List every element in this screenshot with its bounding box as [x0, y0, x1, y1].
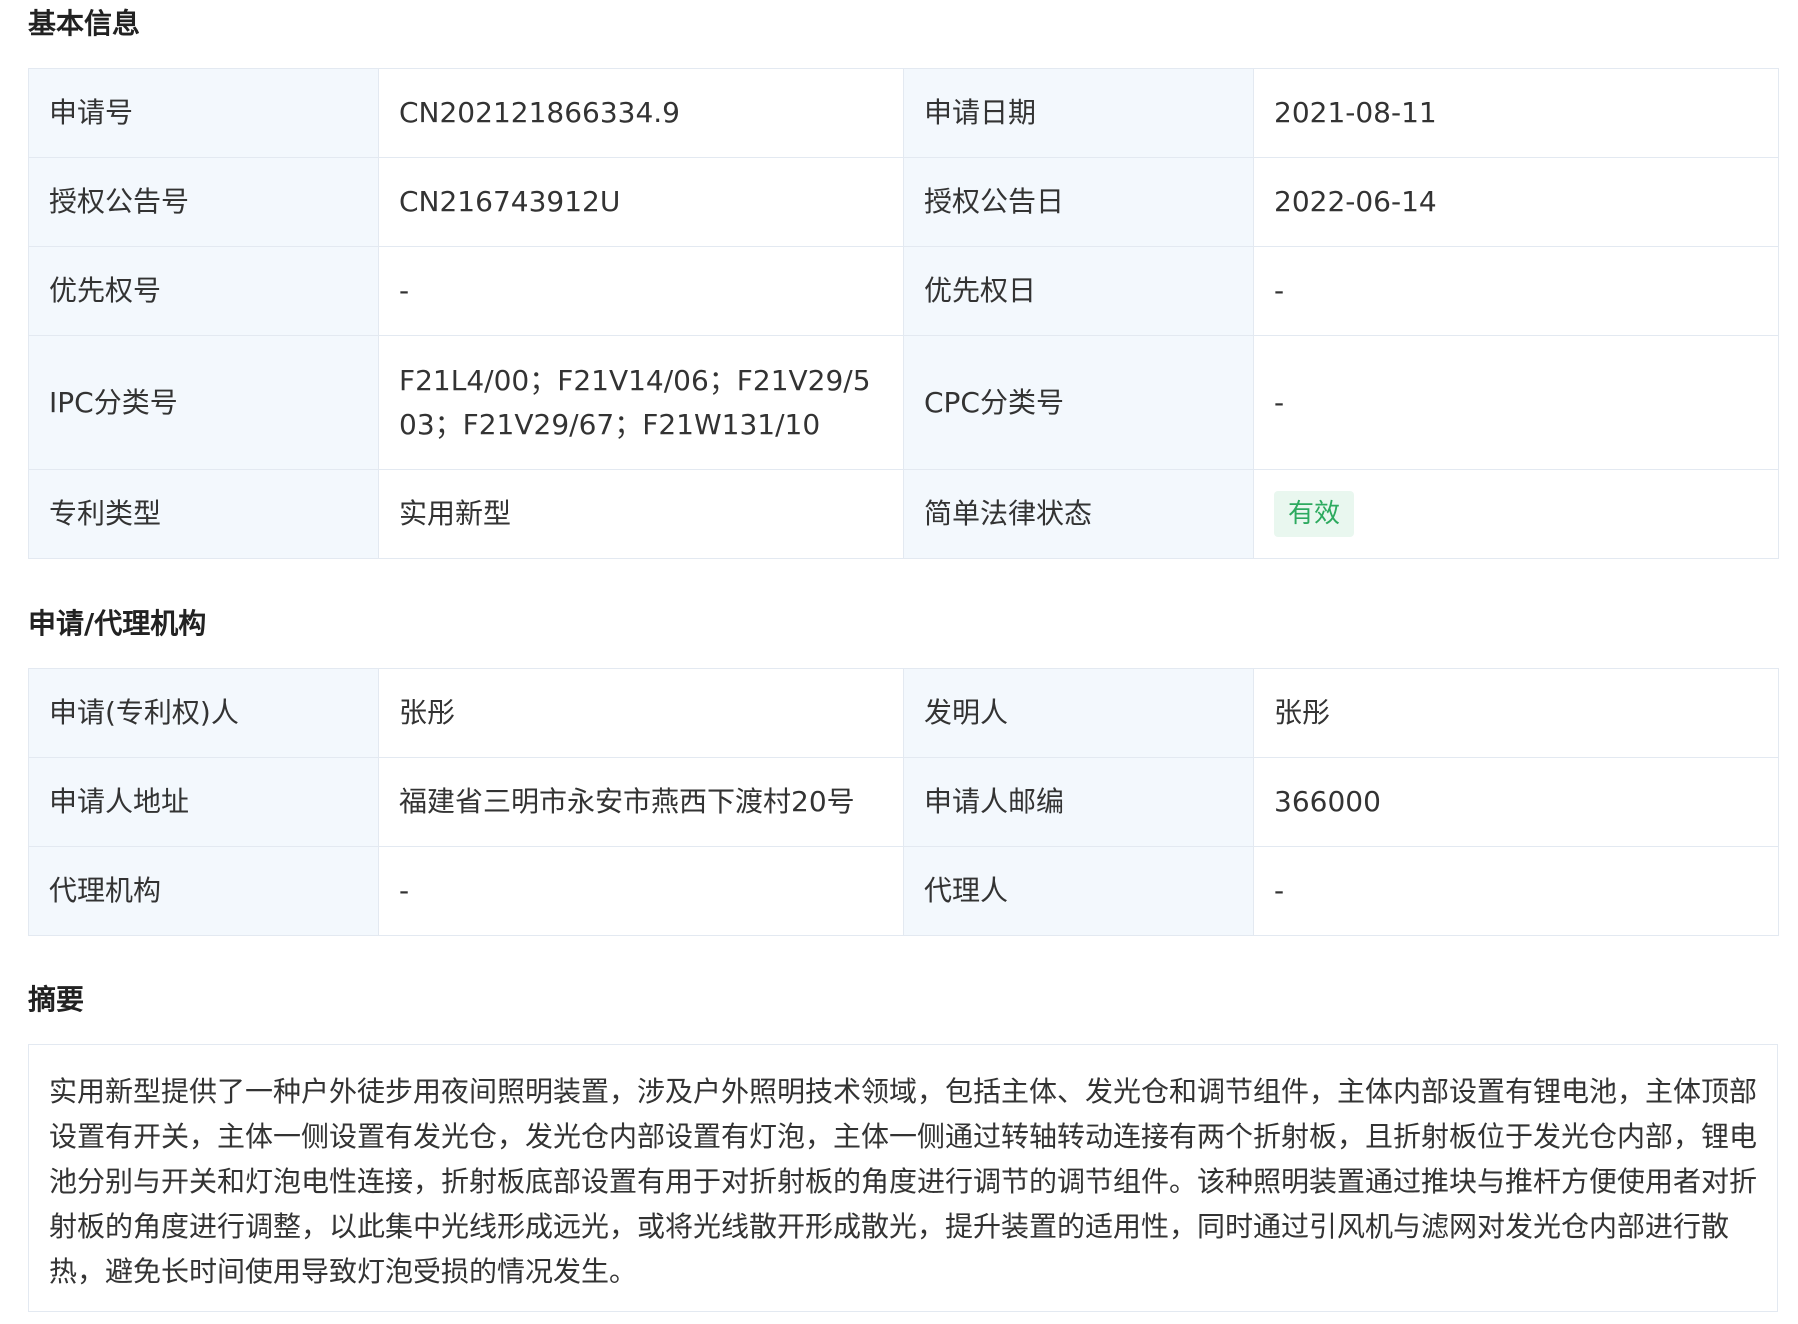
table-row: 专利类型 实用新型 简单法律状态 有效	[28, 469, 1779, 559]
grant-date-value: 2022-06-14	[1253, 157, 1779, 247]
table-row: 申请人地址 福建省三明市永安市燕西下渡村20号 申请人邮编 366000	[28, 757, 1779, 847]
section-title-basic-info: 基本信息	[28, 7, 141, 40]
applicant-address-label: 申请人地址	[28, 757, 379, 847]
legal-status-cell: 有效	[1253, 469, 1779, 559]
table-row: 授权公告号 CN216743912U 授权公告日 2022-06-14	[28, 157, 1779, 247]
applicant-postcode-label: 申请人邮编	[903, 757, 1254, 847]
agent-label: 代理人	[903, 846, 1254, 936]
applicant-label: 申请(专利权)人	[28, 668, 379, 758]
application-date-value: 2021-08-11	[1253, 68, 1779, 158]
legal-status-badge: 有效	[1274, 491, 1355, 537]
applicant-value: 张彤	[378, 668, 904, 758]
table-row: 代理机构 - 代理人 -	[28, 846, 1779, 936]
priority-date-value: -	[1253, 246, 1779, 336]
table-row: 优先权号 - 优先权日 -	[28, 246, 1779, 336]
grant-number-label: 授权公告号	[28, 157, 379, 247]
section-title-agency: 申请/代理机构	[28, 607, 207, 640]
grant-date-label: 授权公告日	[903, 157, 1254, 247]
agency-label: 代理机构	[28, 846, 379, 936]
application-number-value: CN202121866334.9	[378, 68, 904, 158]
table-row: 申请(专利权)人 张彤 发明人 张彤	[28, 668, 1779, 758]
ipc-label: IPC分类号	[28, 335, 379, 470]
table-row: 申请号 CN202121866334.9 申请日期 2021-08-11	[28, 68, 1779, 158]
cpc-value: -	[1253, 335, 1779, 470]
patent-type-label: 专利类型	[28, 469, 379, 559]
inventor-value: 张彤	[1253, 668, 1779, 758]
ipc-value: F21L4/00；F21V14/06；F21V29/503；F21V29/67；…	[378, 335, 904, 470]
applicant-address-value: 福建省三明市永安市燕西下渡村20号	[378, 757, 904, 847]
legal-status-label: 简单法律状态	[903, 469, 1254, 559]
patent-type-value: 实用新型	[378, 469, 904, 559]
application-number-label: 申请号	[28, 68, 379, 158]
agent-value: -	[1253, 846, 1779, 936]
basic-info-table: 申请号 CN202121866334.9 申请日期 2021-08-11 授权公…	[28, 68, 1779, 559]
table-row: IPC分类号 F21L4/00；F21V14/06；F21V29/503；F21…	[28, 335, 1779, 470]
priority-number-value: -	[378, 246, 904, 336]
section-title-abstract: 摘要	[28, 983, 85, 1016]
priority-number-label: 优先权号	[28, 246, 379, 336]
inventor-label: 发明人	[903, 668, 1254, 758]
abstract-text: 实用新型提供了一种户外徒步用夜间照明装置，涉及户外照明技术领域，包括主体、发光仓…	[49, 1075, 1758, 1288]
agency-table: 申请(专利权)人 张彤 发明人 张彤 申请人地址 福建省三明市永安市燕西下渡村2…	[28, 668, 1779, 936]
priority-date-label: 优先权日	[903, 246, 1254, 336]
agency-value: -	[378, 846, 904, 936]
applicant-postcode-value: 366000	[1253, 757, 1779, 847]
application-date-label: 申请日期	[903, 68, 1254, 158]
abstract-box: 实用新型提供了一种户外徒步用夜间照明装置，涉及户外照明技术领域，包括主体、发光仓…	[28, 1044, 1778, 1312]
cpc-label: CPC分类号	[903, 335, 1254, 470]
grant-number-value: CN216743912U	[378, 157, 904, 247]
